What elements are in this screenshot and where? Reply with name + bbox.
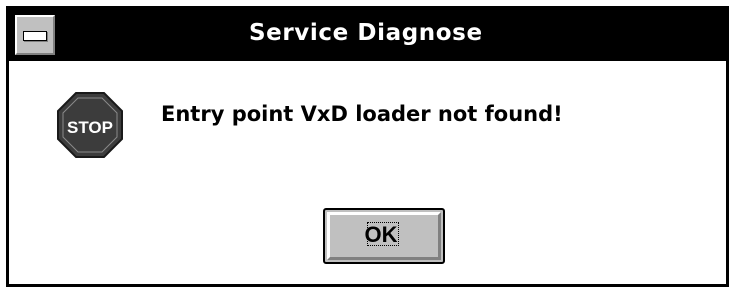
stop-icon-label: STOP: [67, 118, 113, 137]
error-dialog: Service Diagnose STOP Entry point VxD lo…: [6, 6, 729, 287]
window-title: Service Diagnose: [249, 20, 483, 46]
system-menu-icon: [23, 31, 47, 41]
error-message: Entry point VxD loader not found!: [161, 102, 563, 126]
ok-button[interactable]: OK: [323, 208, 445, 264]
ok-button-label: OK: [364, 222, 398, 247]
stop-icon: STOP: [57, 92, 123, 158]
system-menu-button[interactable]: [15, 15, 55, 55]
title-bar[interactable]: Service Diagnose: [9, 9, 726, 61]
